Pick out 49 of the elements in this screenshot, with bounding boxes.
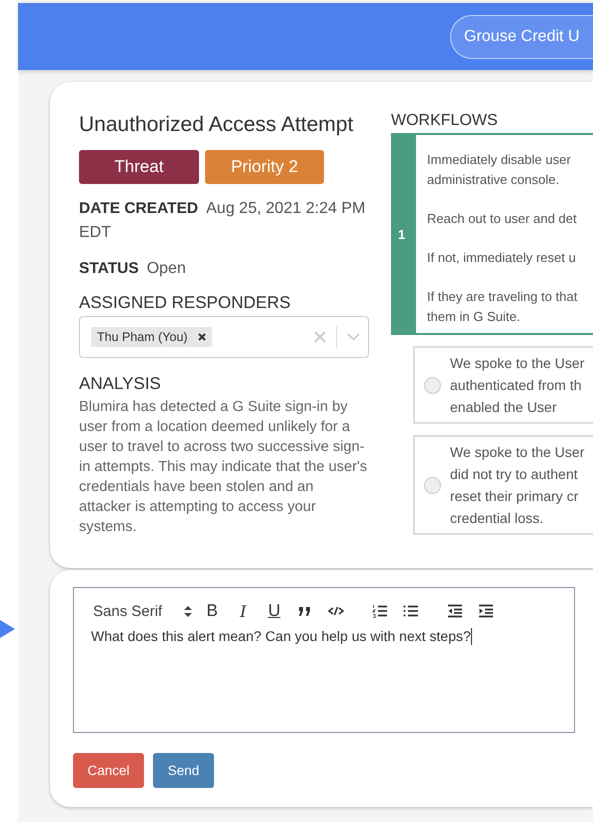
code-icon [328,604,344,618]
ordered-list-icon [372,604,388,618]
option-text: reset their primary cr [450,487,580,506]
step-text: Immediately disable user [427,151,572,169]
section-label: ASSIGNED RESPONDERS [79,293,292,313]
workflow-option[interactable]: We spoke to the User authenticated from th enabled the User [413,346,593,424]
tag-label: Threat [79,150,199,184]
step-text: If not, immediately reset u [427,249,577,267]
responder-name: Thu Pham (You) [97,330,188,344]
step-text: them in G Suite. [427,308,522,326]
radio-button[interactable] [424,476,441,494]
date-created-text: DATE CREATED Aug 25, 2021 2:24 PM EDT [79,199,366,243]
updown-icon [184,604,192,618]
radio-button[interactable] [424,376,441,394]
responders-select[interactable]: Thu Pham (You) [79,316,369,358]
option-text: did not try to authent [450,465,579,484]
alert-title: Unauthorized Access Attempt [79,112,354,138]
underline-button[interactable]: U [263,600,286,622]
option-text: authenticated from th [450,376,583,395]
bold-button[interactable]: B [201,600,224,622]
remove-icon [198,333,206,341]
outdent-icon [447,604,464,618]
responder-chip[interactable]: Thu Pham (You) [91,327,212,347]
clear-icon [314,331,326,343]
indent-icon [478,604,494,618]
comment-text: What does this alert mean? Can you help us with next steps? [91,628,471,644]
workflow-option[interactable]: We spoke to the User did not try to authent reset their primary cr credential loss. [413,435,593,535]
analysis-text: Blumira has detected a G Suite sign-in by user from a location deemed unlikely for a user to travel to across two successive sign-in attempts. This may indicate that the user's credentials have been stolen and an attacker is attempting to access your systems. [79,398,368,537]
option-text: We spoke to the User [450,354,584,373]
comment-editor[interactable]: Sans Serif B I U What does this alert mean? Can you help us with next steps? [73,587,575,733]
option-text: enabled the User [450,398,558,417]
step-text: If they are traveling to that [427,288,578,306]
tag-label: Priority 2 [205,150,324,184]
send-button[interactable]: Send [153,753,214,788]
step-text: administrative console. [427,171,560,189]
section-label: ANALYSIS [79,374,162,394]
step-number: 1 [393,135,416,333]
text-cursor [470,628,472,646]
cancel-button[interactable]: Cancel [73,753,144,788]
step-text: Reach out to user and det [427,210,578,228]
bullet-list-icon [403,604,420,618]
section-label: WORKFLOWS [391,112,499,130]
option-text: We spoke to the User [450,443,584,462]
status-text: STATUS Open [79,259,187,279]
italic-button[interactable]: I [232,600,254,622]
caret-icon [347,333,360,341]
font-select[interactable]: Sans Serif [90,602,192,620]
option-text: credential loss. [450,509,544,528]
pointer-icon [0,620,15,638]
